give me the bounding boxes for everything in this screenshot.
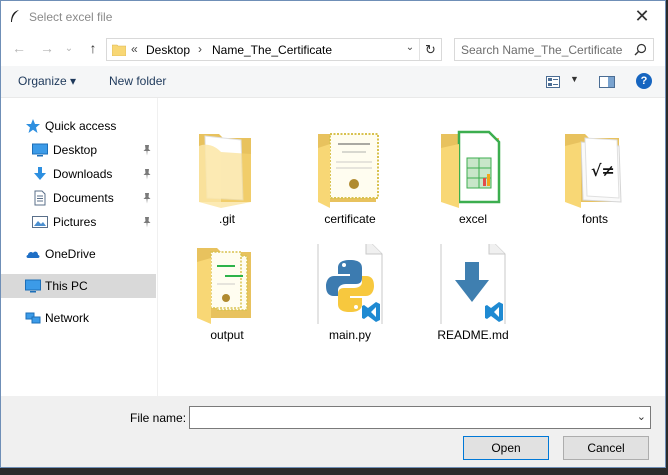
- new-folder-button[interactable]: New folder: [109, 74, 166, 88]
- view-dropdown-icon[interactable]: ▼: [570, 74, 579, 84]
- window-title: Select excel file: [29, 10, 113, 24]
- breadcrumb-desktop[interactable]: Desktop: [146, 43, 190, 57]
- close-icon[interactable]: ✕: [619, 1, 665, 32]
- sidebar-item-pictures[interactable]: Pictures: [1, 210, 156, 234]
- sidebar-item-downloads[interactable]: Downloads: [1, 162, 156, 186]
- open-button[interactable]: Open: [463, 436, 549, 460]
- pin-icon: [143, 145, 151, 156]
- desktop-icon: [32, 143, 48, 157]
- sidebar-item-desktop[interactable]: Desktop: [1, 138, 156, 162]
- folder-excel-icon: [441, 130, 501, 208]
- sidebar-item-network[interactable]: Network: [1, 306, 156, 330]
- star-icon: [26, 119, 40, 133]
- help-icon[interactable]: ?: [636, 73, 652, 89]
- address-bar[interactable]: « Desktop › Name_The_Certificate ⌄ ↻: [106, 38, 442, 61]
- sidebar-item-label: OneDrive: [45, 247, 96, 261]
- organize-button[interactable]: Organize ▾: [18, 74, 76, 88]
- file-dialog: Select excel file ✕ ← → ⌄ ↑ « Desktop › …: [0, 0, 666, 468]
- network-icon: [25, 312, 41, 324]
- file-item[interactable]: output: [177, 230, 277, 348]
- pin-icon: [143, 193, 151, 204]
- forward-arrow-icon[interactable]: →: [39, 40, 55, 56]
- sidebar-item-label: Quick access: [45, 119, 117, 133]
- file-item[interactable]: certificate: [300, 114, 400, 232]
- search-icon[interactable]: [634, 43, 647, 56]
- python-file-icon: [317, 244, 383, 324]
- file-item[interactable]: README.md: [423, 230, 523, 348]
- change-view-icon[interactable]: [546, 76, 560, 88]
- file-name: certificate: [324, 212, 376, 226]
- file-name: main.py: [328, 328, 372, 342]
- up-arrow-icon[interactable]: ↑: [85, 40, 101, 56]
- documents-icon: [34, 190, 46, 206]
- refresh-icon[interactable]: ↻: [419, 39, 441, 60]
- sidebar-item-label: This PC: [45, 279, 88, 293]
- recent-locations-icon[interactable]: ⌄: [64, 40, 74, 56]
- file-item[interactable]: .git: [177, 114, 277, 232]
- folder-output-icon: [197, 248, 251, 324]
- chevron-down-icon[interactable]: ⌄: [637, 410, 646, 423]
- folder-certificate-icon: [318, 133, 379, 208]
- file-name: README.md: [437, 328, 509, 342]
- back-arrow-icon[interactable]: ←: [11, 40, 27, 56]
- sidebar-item-label: Documents: [53, 191, 114, 205]
- pin-icon: [143, 217, 151, 228]
- download-icon: [34, 167, 46, 180]
- navigation-pane: Quick access Desktop Downloads Documents…: [1, 98, 158, 396]
- file-list: .git certificate excel √≠ fonts output m…: [159, 98, 665, 396]
- sidebar-item-quick-access[interactable]: Quick access: [1, 114, 156, 138]
- breadcrumb-separator[interactable]: ›: [198, 42, 202, 56]
- cancel-button[interactable]: Cancel: [563, 436, 649, 460]
- sidebar-item-label: Pictures: [53, 215, 97, 229]
- sidebar-item-label: Downloads: [53, 167, 113, 181]
- command-toolbar: Organize ▾ New folder ▼ ?: [1, 66, 665, 98]
- file-name-label: File name:: [130, 411, 187, 425]
- pin-icon: [143, 169, 151, 180]
- breadcrumb-current[interactable]: Name_The_Certificate: [212, 43, 332, 57]
- sidebar-item-label: Network: [45, 311, 90, 325]
- file-name: fonts: [581, 212, 608, 226]
- sidebar-item-documents[interactable]: Documents: [1, 186, 156, 210]
- file-name: .git: [218, 212, 235, 226]
- search-box[interactable]: [454, 38, 654, 61]
- pictures-icon: [32, 216, 48, 228]
- navigation-bar: ← → ⌄ ↑ « Desktop › Name_The_Certificate…: [1, 32, 665, 66]
- svg-text:√≠: √≠: [591, 161, 615, 180]
- file-name: output: [210, 328, 244, 342]
- preview-pane-icon[interactable]: [599, 76, 615, 88]
- file-name-pane: File name: ⌄ Open Cancel: [1, 396, 665, 467]
- file-name-field[interactable]: ⌄: [189, 406, 651, 429]
- title-bar: Select excel file ✕: [1, 1, 665, 32]
- feather-icon: [11, 10, 19, 22]
- sidebar-item-this-pc[interactable]: This PC: [1, 274, 156, 298]
- file-item[interactable]: main.py: [300, 230, 400, 348]
- folder-icon: [112, 44, 126, 56]
- file-item[interactable]: √≠ fonts: [545, 114, 645, 232]
- sidebar-item-onedrive[interactable]: OneDrive: [1, 242, 156, 266]
- this-pc-icon: [25, 279, 41, 293]
- folder-icon: [199, 134, 251, 208]
- markdown-file-icon: [440, 244, 506, 324]
- file-item[interactable]: excel: [423, 114, 523, 232]
- address-dropdown-icon[interactable]: ⌄: [403, 42, 417, 58]
- overflow-chevron[interactable]: «: [131, 42, 138, 56]
- folder-fonts-icon: √≠: [565, 134, 622, 208]
- file-name: excel: [458, 212, 487, 226]
- onedrive-icon: [26, 251, 40, 258]
- sidebar-item-label: Desktop: [53, 143, 98, 157]
- search-input[interactable]: [461, 42, 631, 58]
